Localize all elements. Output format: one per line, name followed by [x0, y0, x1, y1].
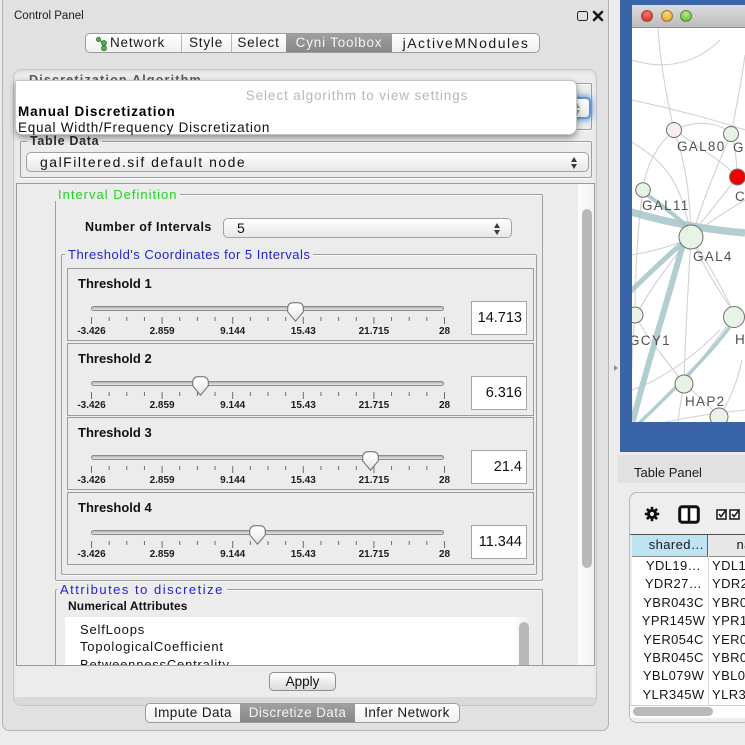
svg-text:GAL4: GAL4 — [693, 249, 733, 264]
svg-text:HAP2: HAP2 — [685, 394, 725, 409]
svg-text:GCY1: GCY1 — [632, 333, 671, 348]
svg-text:GAL: GAL — [733, 140, 745, 155]
svg-text:GAL80: GAL80 — [677, 139, 726, 154]
svg-text:H: H — [735, 332, 745, 347]
svg-text:GAL11: GAL11 — [642, 198, 690, 213]
svg-text:C: C — [735, 189, 745, 204]
